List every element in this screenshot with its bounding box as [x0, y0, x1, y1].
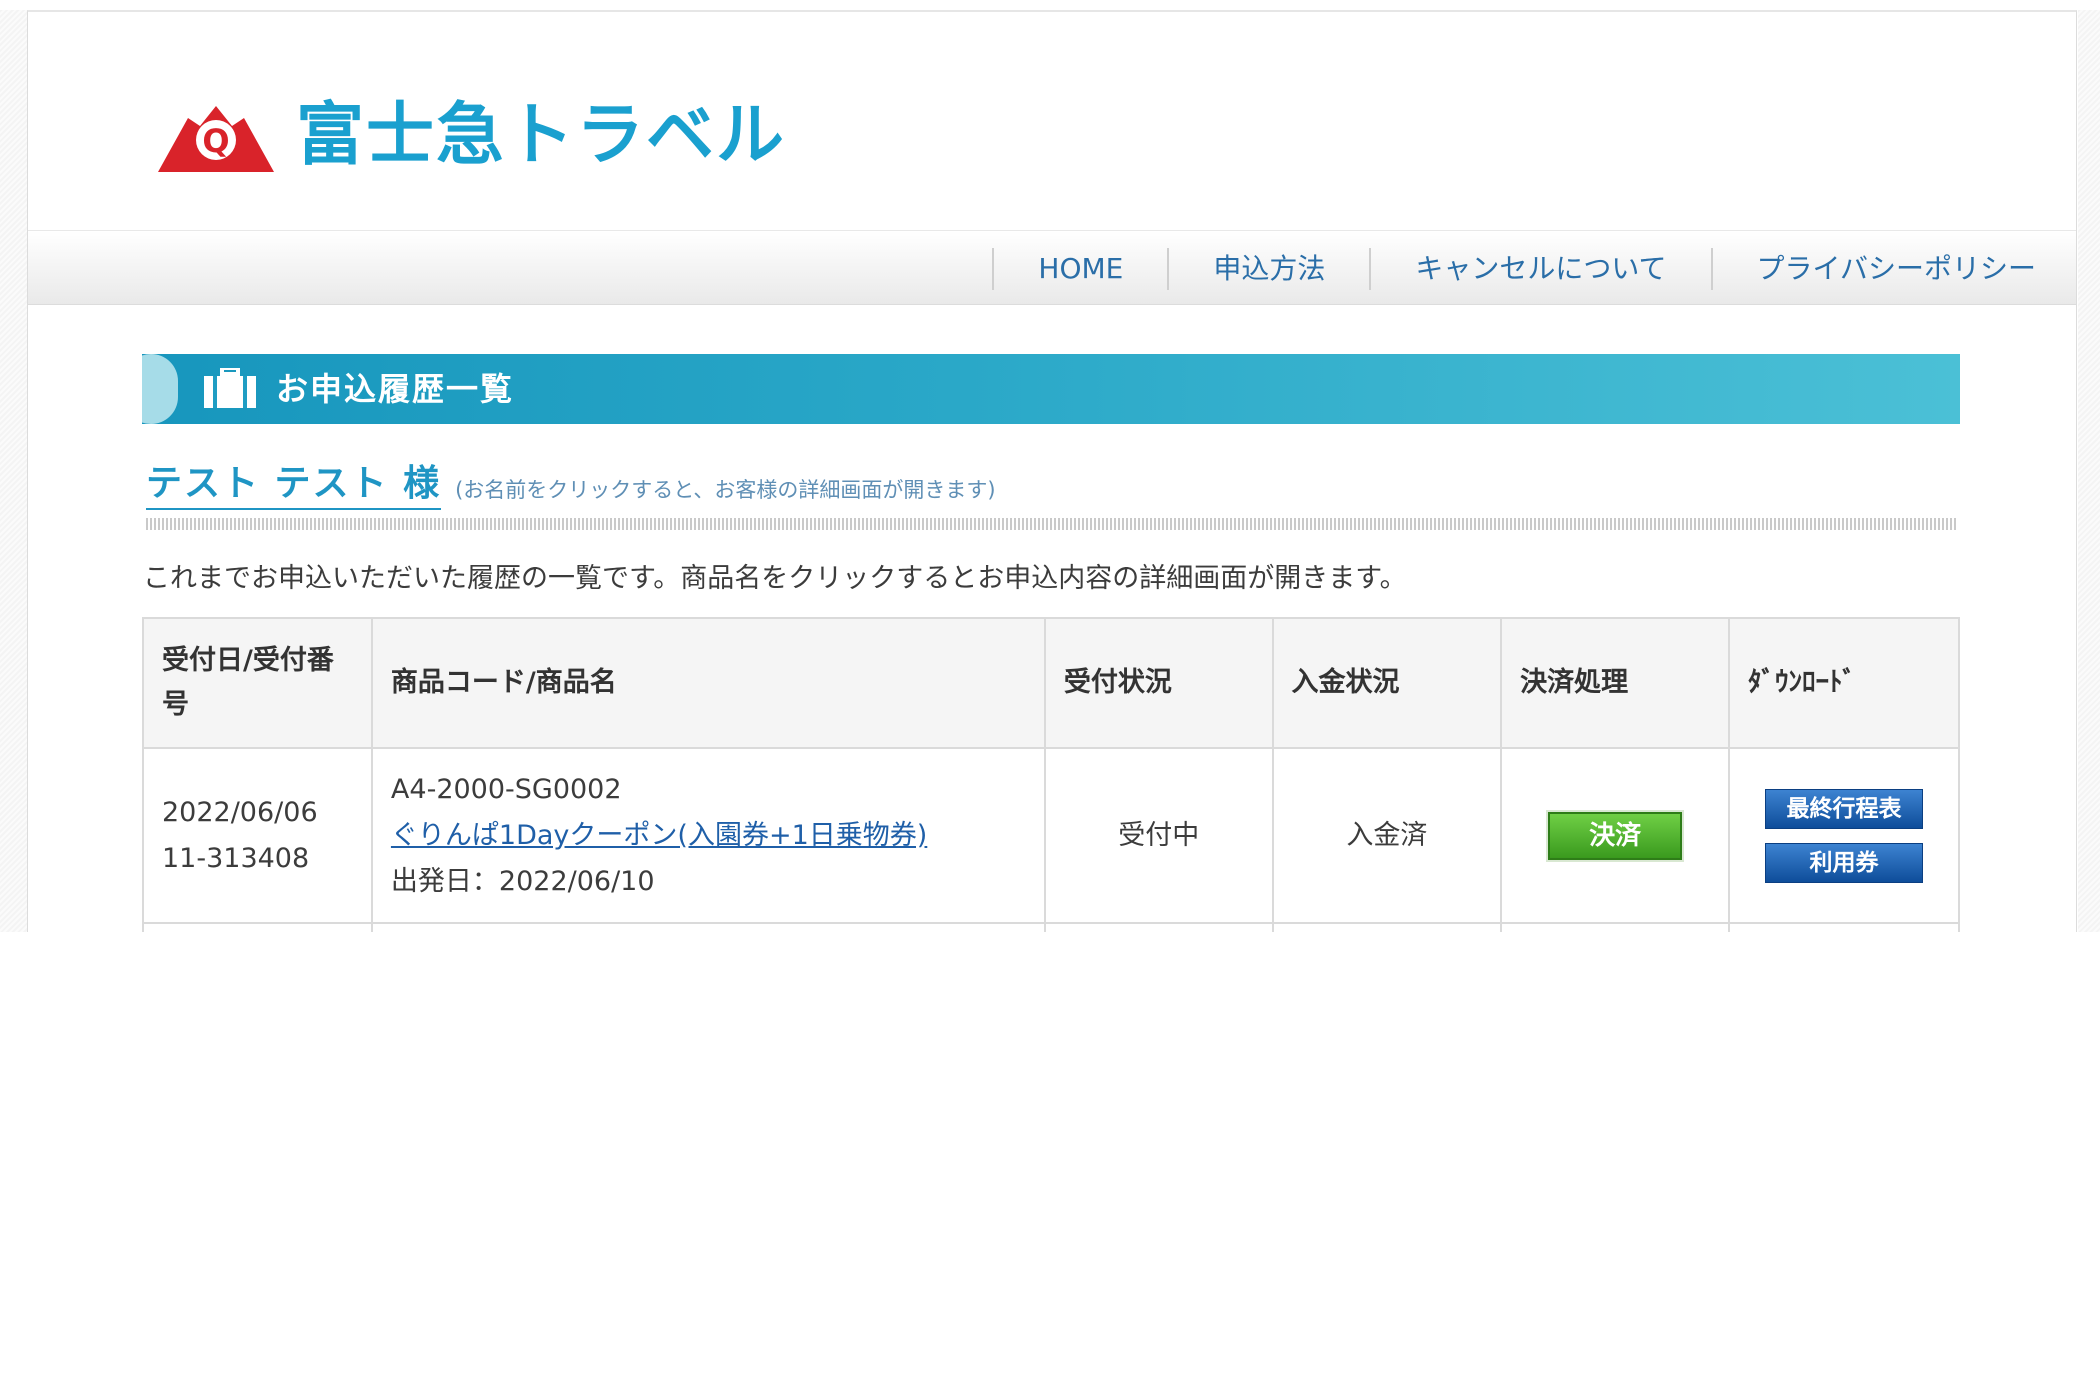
page-background-right: [2078, 10, 2100, 932]
header-download: ﾀﾞｳﾝﾛｰﾄﾞ: [1728, 617, 1960, 749]
table-row: 2022/06/06 11-313408 A4-2000-SG0002 ぐりんぱ…: [142, 747, 1960, 924]
reception-date: 2022/06/06: [162, 796, 318, 828]
blank-area: [0, 932, 2100, 1400]
customer-name-note: (お名前をクリックすると、お客様の詳細画面が開きます): [455, 478, 996, 502]
final-itinerary-button[interactable]: 最終行程表: [1765, 788, 1924, 829]
cell-download: 最終行程表 利用券: [1728, 747, 1960, 924]
voucher-button[interactable]: 利用券: [1765, 842, 1924, 883]
global-nav-bar: HOME 申込方法 キャンセルについて プライバシーポリシー: [28, 230, 2076, 305]
nav-home[interactable]: HOME: [992, 247, 1167, 290]
settle-button[interactable]: 決済: [1548, 811, 1683, 860]
product-name-link[interactable]: ぐりんぱ1Dayクーポン(入園券+1日乗物券): [391, 820, 927, 851]
cell-reception-status: 受付中: [1043, 747, 1274, 924]
nav-cancellation[interactable]: キャンセルについて: [1369, 247, 1710, 290]
site-logo[interactable]: Q 富士急トラベル: [158, 96, 786, 176]
nav-privacy-policy[interactable]: プライバシーポリシー: [1710, 247, 2036, 290]
cell-settlement: 決済: [1500, 747, 1731, 924]
cell-payment-status: 入金済: [1271, 747, 1503, 924]
history-description: これまでお申込いただいた履歴の一覧です。商品名をクリックするとお申込内容の詳細画…: [143, 563, 1407, 594]
dotted-divider: [146, 518, 1958, 530]
customer-info: テスト テスト 様 (お名前をクリックすると、お客様の詳細画面が開きます): [146, 454, 996, 510]
fuji-logo-icon: Q: [158, 106, 274, 172]
table-header-row: 受付日/受付番号 商品コード/商品名 受付状況 入金状況 決済処理 ﾀﾞｳﾝﾛｰ…: [142, 617, 1960, 749]
section-heading-bar: お申込履歴一覧: [142, 354, 1960, 424]
header-payment-status: 入金状況: [1271, 617, 1503, 749]
departure-date: 出発日：2022/06/10: [390, 865, 655, 897]
customer-name-link[interactable]: テスト テスト 様: [146, 454, 442, 510]
briefcase-icon: [204, 368, 256, 408]
header-reception-status: 受付状況: [1043, 617, 1274, 749]
nav-how-to-apply[interactable]: 申込方法: [1167, 247, 1369, 290]
header-product: 商品コード/商品名: [370, 617, 1046, 749]
product-code: A4-2000-SG0002: [390, 773, 622, 805]
global-nav: HOME 申込方法 キャンセルについて プライバシーポリシー: [992, 231, 2036, 306]
cell-date-number: 2022/06/06 11-313408: [142, 747, 373, 924]
reception-number: 11-313408: [162, 842, 310, 874]
header-date-number: 受付日/受付番号: [142, 617, 373, 749]
heading-decoration: [142, 354, 178, 424]
svg-text:Q: Q: [202, 122, 229, 160]
cell-product: A4-2000-SG0002 ぐりんぱ1Dayクーポン(入園券+1日乗物券) 出…: [370, 747, 1046, 924]
logo-wordmark: 富士急トラベル: [296, 96, 787, 175]
page-background-left: [0, 10, 27, 932]
section-title: お申込履歴一覧: [276, 370, 515, 408]
header-settlement: 決済処理: [1500, 617, 1731, 749]
